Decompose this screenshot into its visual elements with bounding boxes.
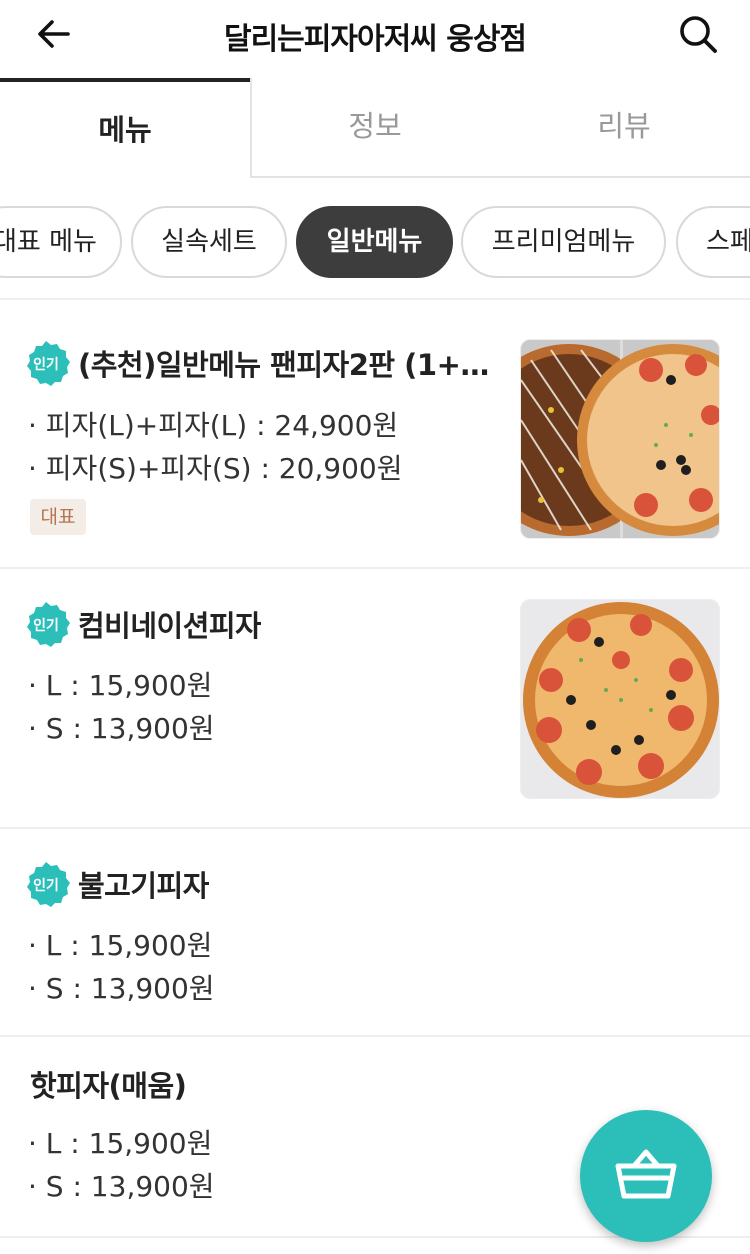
tab-info[interactable]: 정보: [250, 78, 498, 178]
menu-item-image: [520, 339, 720, 539]
tab-menu[interactable]: 메뉴: [0, 78, 250, 178]
menu-item[interactable]: 인기 (추천)일반메뉴 팬피자2판 (1+1… · 피자(L)+피자(L) : …: [0, 300, 750, 568]
menu-item[interactable]: 인기 불고기피자 · L : 15,900원 · S : 13,900원: [0, 829, 750, 1035]
chip-special[interactable]: 스페: [676, 206, 750, 278]
menu-item-price: · L : 15,900원: [28, 669, 213, 702]
popular-badge-icon: 인기: [27, 602, 70, 647]
popular-badge-icon: 인기: [27, 341, 70, 386]
menu-item-image: [520, 599, 720, 799]
chip-regular-menu[interactable]: 일반메뉴: [296, 206, 453, 278]
category-chips: 대표 메뉴 실속세트 일반메뉴 프리미엄메뉴 스페: [0, 206, 750, 280]
svg-text:인기: 인기: [33, 617, 59, 634]
search-icon[interactable]: [676, 12, 720, 56]
app-header: 달리는피자아저씨 웅상점: [0, 0, 750, 78]
chip-signature-menu[interactable]: 대표 메뉴: [0, 206, 122, 278]
pizza-image: [521, 340, 719, 538]
basket-icon: [615, 1149, 677, 1199]
menu-item-price: · 피자(L)+피자(L) : 24,900원: [28, 409, 399, 442]
svg-text:인기: 인기: [33, 877, 59, 894]
svg-text:인기: 인기: [33, 356, 59, 373]
store-tabs: 메뉴 정보 리뷰: [0, 78, 750, 178]
pizza-image: [521, 600, 719, 798]
menu-item-name: 컴비네이션피자: [78, 609, 262, 643]
store-title: 달리는피자아저씨 웅상점: [223, 22, 527, 57]
cart-button[interactable]: [580, 1110, 712, 1242]
menu-item-price: · S : 13,900원: [28, 712, 215, 745]
menu-item-price: · L : 15,900원: [28, 929, 213, 962]
menu-item-name: 불고기피자: [78, 869, 209, 903]
menu-item[interactable]: 인기 컴비네이션피자 · L : 15,900원 · S : 13,900원: [0, 569, 750, 827]
tab-review[interactable]: 리뷰: [498, 78, 750, 178]
menu-item-name: (추천)일반메뉴 팬피자2판 (1+1…: [78, 348, 492, 382]
menu-item-price: · 피자(S)+피자(S) : 20,900원: [28, 452, 403, 485]
menu-item-price: · L : 15,900원: [28, 1127, 213, 1160]
chip-value-set[interactable]: 실속세트: [131, 206, 287, 278]
menu-item-name: 핫피자(매움): [30, 1069, 187, 1103]
menu-item-price: · S : 13,900원: [28, 972, 215, 1005]
chip-premium-menu[interactable]: 프리미엄메뉴: [461, 206, 666, 278]
signature-tag: 대표: [30, 499, 86, 535]
menu-item-price: · S : 13,900원: [28, 1170, 215, 1203]
popular-badge-icon: 인기: [27, 862, 70, 907]
